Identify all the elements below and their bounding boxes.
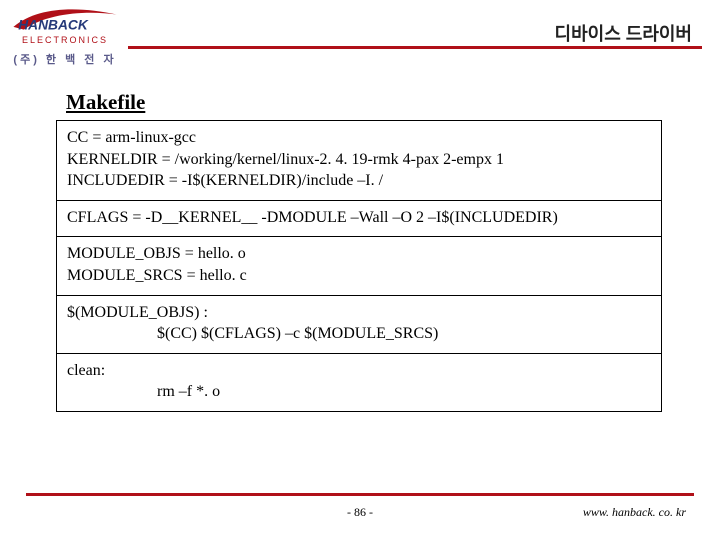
code-block-2: CFLAGS = -D__KERNEL__ -DMODULE –Wall –O … bbox=[57, 201, 661, 238]
code-line: INCLUDEDIR = -I$(KERNELDIR)/include –I. … bbox=[67, 170, 651, 192]
footer-divider bbox=[26, 493, 694, 496]
code-line: $(MODULE_OBJS) : bbox=[67, 302, 651, 324]
header-divider bbox=[128, 46, 702, 49]
code-line: rm –f *. o bbox=[67, 381, 651, 403]
brand-subtitle: ELECTRONICS bbox=[10, 35, 120, 45]
swoosh-icon: HANBACK bbox=[10, 6, 120, 34]
code-line: $(CC) $(CFLAGS) –c $(MODULE_SRCS) bbox=[67, 323, 651, 345]
section-title: Makefile bbox=[66, 90, 145, 115]
code-line: KERNELDIR = /working/kernel/linux-2. 4. … bbox=[67, 149, 651, 171]
brand-word: HANBACK bbox=[18, 18, 89, 33]
code-line: MODULE_OBJS = hello. o bbox=[67, 243, 651, 265]
brand-korean: (주) 한 백 전 자 bbox=[10, 51, 120, 67]
code-block-1: CC = arm-linux-gcc KERNELDIR = /working/… bbox=[57, 121, 661, 201]
code-line: CFLAGS = -D__KERNEL__ -DMODULE –Wall –O … bbox=[67, 207, 651, 229]
code-block-4: $(MODULE_OBJS) : $(CC) $(CFLAGS) –c $(MO… bbox=[57, 296, 661, 354]
code-block-5: clean: rm –f *. o bbox=[57, 354, 661, 411]
slide: HANBACK ELECTRONICS (주) 한 백 전 자 디바이스 드라이… bbox=[0, 0, 720, 540]
code-line: MODULE_SRCS = hello. c bbox=[67, 265, 651, 287]
brand-logo: HANBACK ELECTRONICS (주) 한 백 전 자 bbox=[10, 6, 120, 67]
code-block-3: MODULE_OBJS = hello. o MODULE_SRCS = hel… bbox=[57, 237, 661, 295]
footer-url: www. hanback. co. kr bbox=[583, 505, 686, 520]
page-title: 디바이스 드라이버 bbox=[555, 20, 692, 46]
code-line: clean: bbox=[67, 360, 651, 382]
code-box: CC = arm-linux-gcc KERNELDIR = /working/… bbox=[56, 120, 662, 412]
code-line: CC = arm-linux-gcc bbox=[67, 127, 651, 149]
